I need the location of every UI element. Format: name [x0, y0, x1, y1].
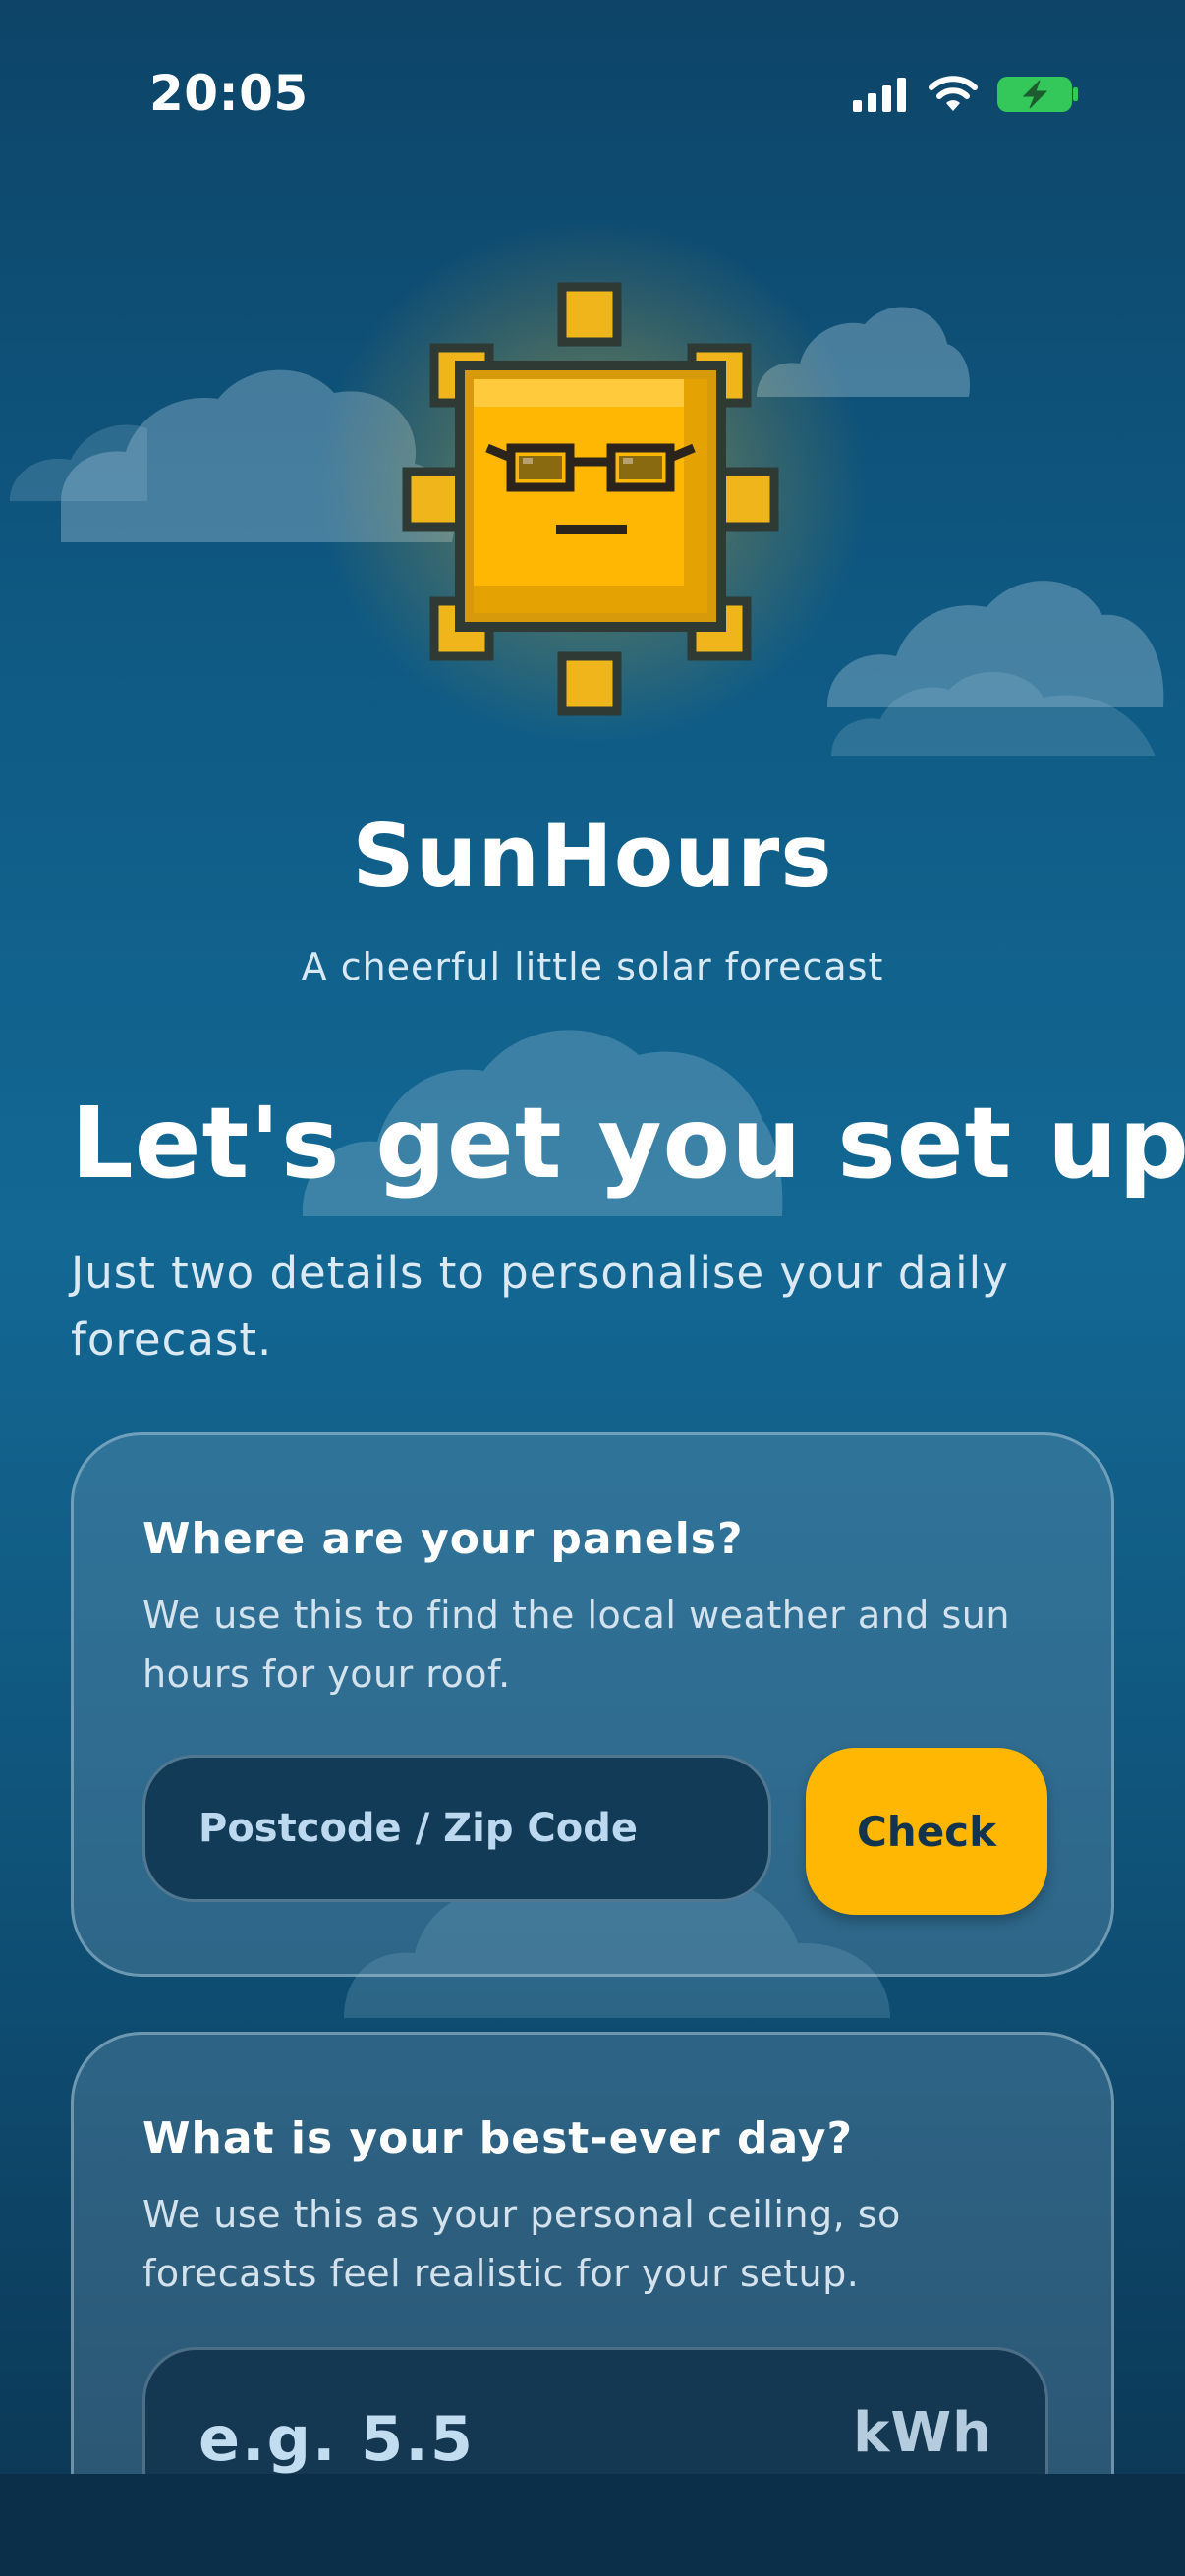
- status-icons: [851, 75, 1079, 114]
- postcode-input[interactable]: [142, 1755, 771, 1902]
- battery-charging-icon: [997, 77, 1078, 112]
- best-day-card-description: We use this as your personal ceiling, so…: [142, 2193, 901, 2295]
- bottom-safe-area: [0, 2474, 1185, 2576]
- location-card: Where are your panels? We use this to fi…: [71, 1432, 1114, 1977]
- app-title: SunHours: [352, 806, 833, 907]
- wifi-icon: [929, 76, 978, 111]
- unit-label: kWh: [853, 2401, 992, 2465]
- setup-screen: 20:05 SunHours A cheerful little solar f…: [0, 0, 1185, 2576]
- page-headline: Let's get you set up: [71, 1086, 1185, 1201]
- location-card-title: Where are your panels?: [142, 1514, 744, 1564]
- sun-mascot-icon: [402, 282, 779, 716]
- location-card-description: We use this to find the local weather an…: [142, 1594, 1010, 1696]
- status-time: 20:05: [149, 65, 309, 122]
- best-day-card-title: What is your best-ever day?: [142, 2113, 853, 2163]
- signal-icon: [853, 78, 906, 112]
- check-button[interactable]: Check: [806, 1748, 1047, 1915]
- best-day-input[interactable]: [198, 2389, 788, 2488]
- intro-text: Just two details to personalise your dai…: [71, 1247, 1009, 1366]
- app-tagline: A cheerful little solar forecast: [301, 945, 884, 988]
